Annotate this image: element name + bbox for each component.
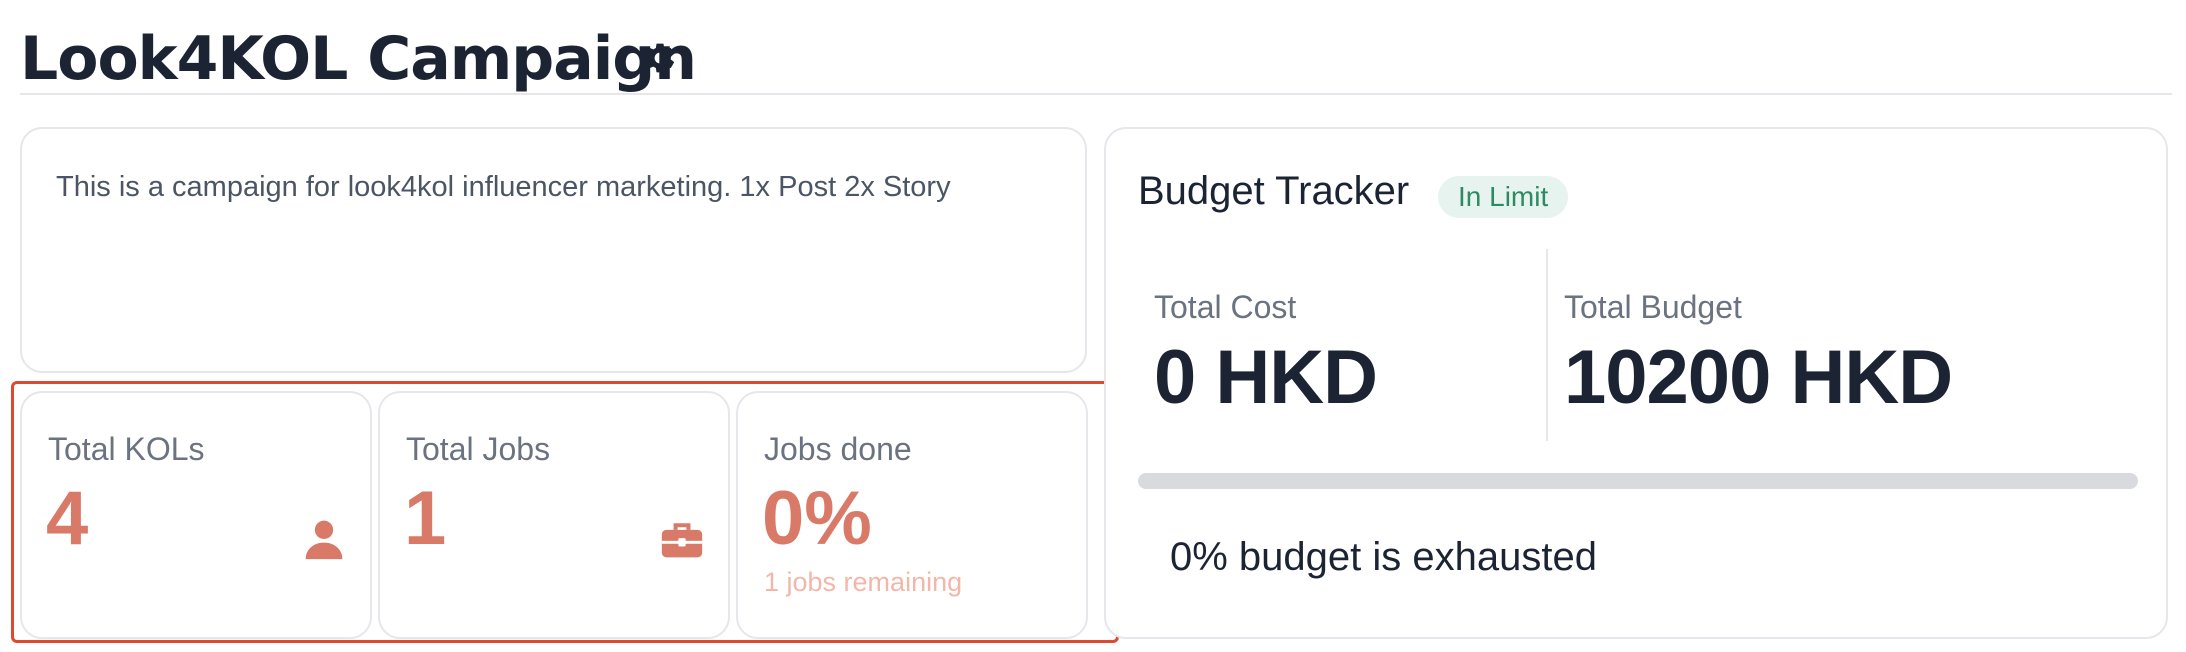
total-budget-value: 10200 HKD <box>1564 335 1953 420</box>
stat-label: Total KOLs <box>48 431 205 467</box>
total-cost-block: Total Cost 0 HKD <box>1154 289 1378 421</box>
budget-title: Budget Tracker <box>1138 169 1410 213</box>
gear-icon[interactable] <box>642 40 678 76</box>
stat-card-jobs-done: Jobs done 0% 1 jobs remaining <box>736 391 1088 639</box>
header-divider <box>20 93 2172 95</box>
jobs-remaining-text: 1 jobs remaining <box>764 567 963 597</box>
budget-progress-bar <box>1138 473 2138 489</box>
user-icon <box>305 520 343 560</box>
briefcase-icon <box>661 523 703 558</box>
stat-label: Total Jobs <box>406 431 551 467</box>
campaign-description-card: This is a campaign for look4kol influenc… <box>20 127 1087 373</box>
total-budget-label: Total Budget <box>1564 289 1742 325</box>
stat-label: Jobs done <box>764 431 912 467</box>
stat-value: 0% <box>762 476 872 561</box>
total-cost-label: Total Cost <box>1154 289 1297 325</box>
stat-card-total-jobs: Total Jobs 1 <box>378 391 730 639</box>
budget-tracker-card: Budget Tracker In Limit Total Cost 0 HKD… <box>1104 127 2168 639</box>
stat-value: 1 <box>404 476 447 561</box>
stat-value: 4 <box>46 476 89 561</box>
total-budget-block: Total Budget 10200 HKD <box>1564 289 1953 421</box>
status-badge: In Limit <box>1438 176 1569 218</box>
page-title: Look4KOL Campaign <box>20 24 697 94</box>
budget-exhausted-text: 0% budget is exhausted <box>1170 535 1597 579</box>
stat-card-total-kols: Total KOLs 4 <box>20 391 372 639</box>
budget-column-divider <box>1546 249 1548 441</box>
campaign-description: This is a campaign for look4kol influenc… <box>56 171 951 203</box>
total-cost-value: 0 HKD <box>1154 335 1378 420</box>
